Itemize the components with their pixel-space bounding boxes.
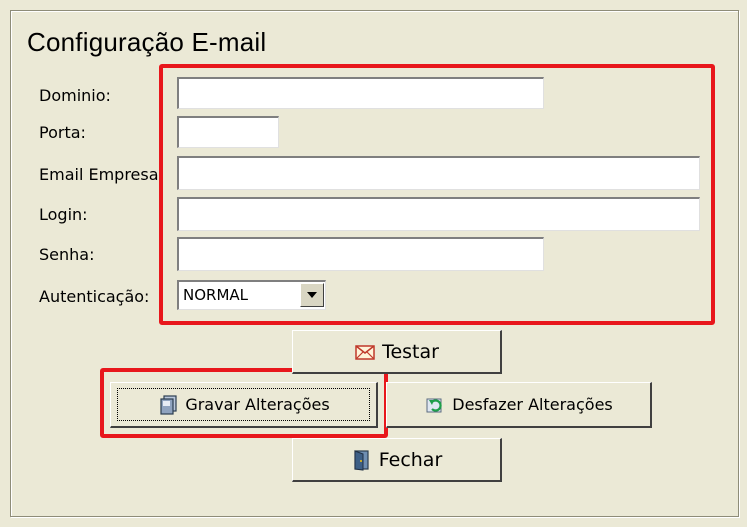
testar-button[interactable]: Testar xyxy=(292,330,502,374)
gravar-alteracoes-button[interactable]: Gravar Alterações xyxy=(110,382,378,428)
senha-label: Senha: xyxy=(39,245,95,264)
desfazer-alteracoes-label: Desfazer Alterações xyxy=(452,395,613,414)
porta-label: Porta: xyxy=(39,123,86,142)
desfazer-alteracoes-button[interactable]: Desfazer Alterações xyxy=(386,382,652,428)
undo-icon xyxy=(426,398,442,412)
fechar-button-label: Fechar xyxy=(378,448,443,471)
fields-highlight-box xyxy=(159,64,715,325)
testar-button-label: Testar xyxy=(382,340,439,363)
envelope-icon xyxy=(355,344,375,360)
autenticacao-label: Autenticação: xyxy=(39,287,150,306)
exit-door-icon xyxy=(354,449,369,471)
email-config-dialog: Configuração E-mail Dominio: Porta: Emai… xyxy=(0,0,747,527)
email-empresa-label: Email Empresa xyxy=(39,165,159,184)
fechar-button[interactable]: Fechar xyxy=(292,438,502,482)
dominio-label: Dominio: xyxy=(39,86,111,105)
login-label: Login: xyxy=(39,205,88,224)
gravar-alteracoes-label: Gravar Alterações xyxy=(185,395,330,414)
page-title: Configuração E-mail xyxy=(27,27,267,57)
